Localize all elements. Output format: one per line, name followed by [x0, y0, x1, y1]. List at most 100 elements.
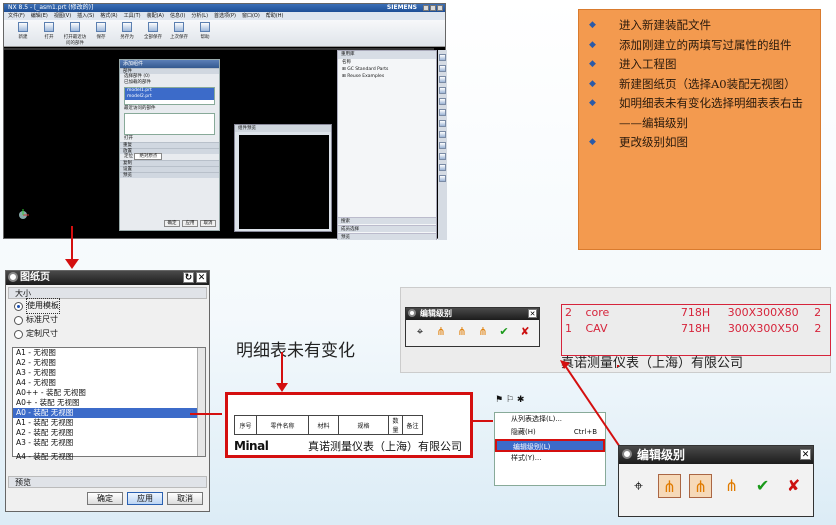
- toolbar-button[interactable]: 全部保存: [140, 22, 166, 40]
- manufacturing-wizards-icon[interactable]: [439, 153, 446, 160]
- cancel-button[interactable]: 取消: [200, 220, 216, 227]
- constraint-navigator-icon[interactable]: [439, 65, 446, 72]
- menu-item[interactable]: 文件(F): [8, 12, 25, 20]
- scrollbar[interactable]: [197, 348, 205, 456]
- template-list-item[interactable]: A3 - 装配 无视图: [13, 438, 205, 448]
- radio-dot[interactable]: [14, 329, 23, 339]
- menu-item[interactable]: 首选项(P): [214, 12, 236, 20]
- close-icon[interactable]: ✕: [528, 309, 537, 318]
- tree-item[interactable]: ⊞ GC Standard Parts: [338, 66, 436, 73]
- system-materials-icon[interactable]: [439, 131, 446, 138]
- process-studio-icon[interactable]: [439, 142, 446, 149]
- minimize-button[interactable]: [423, 5, 429, 11]
- toolbar-icon: [122, 22, 132, 32]
- toolbar-button[interactable]: 上次保存: [166, 22, 192, 40]
- assembly-navigator-icon[interactable]: [439, 54, 446, 61]
- radio-use-template[interactable]: 使用模板: [6, 298, 209, 314]
- template-list-item[interactable]: A3 - 无视图: [13, 368, 205, 378]
- close-button[interactable]: [437, 5, 443, 11]
- history-icon[interactable]: [439, 120, 446, 127]
- toolbar-button[interactable]: 保存: [88, 22, 114, 40]
- menu-item[interactable]: 分析(L): [191, 12, 208, 20]
- select-anchor-icon[interactable]: ⌖: [412, 324, 428, 340]
- recent-parts-list[interactable]: [124, 113, 215, 135]
- toolbar-button[interactable]: 打开: [36, 22, 62, 40]
- template-list-item[interactable]: A1 - 装配 无视图: [13, 418, 205, 428]
- template-list-item[interactable]: A4 - 装配 无视图: [13, 452, 205, 462]
- toolbar-button[interactable]: 帮助: [192, 22, 218, 40]
- menu-item[interactable]: 插入(S): [77, 12, 94, 20]
- menu-item[interactable]: 工具(T): [124, 12, 141, 20]
- tree-level-icon[interactable]: ⋔: [433, 324, 449, 340]
- menu-item[interactable]: 装配(A): [147, 12, 164, 20]
- ok-check-icon[interactable]: ✔: [751, 474, 774, 498]
- reset-icon[interactable]: ↻: [183, 272, 194, 283]
- preview-group-header[interactable]: 预览: [8, 476, 207, 488]
- menu-item[interactable]: 视图(V): [54, 12, 71, 20]
- search-section[interactable]: 搜索: [338, 217, 436, 224]
- tree-item[interactable]: ⊞ Reuse Examples: [338, 73, 436, 80]
- arrow-head-icon: [65, 259, 79, 269]
- apply-button[interactable]: 应用: [127, 492, 163, 505]
- tree-level-icon[interactable]: ⋔: [689, 474, 713, 498]
- radio-label: 定制尺寸: [26, 329, 58, 338]
- bullet-icon: ◆: [589, 137, 596, 147]
- menu-item[interactable]: 格式(R): [100, 12, 117, 20]
- hd3d-tools-icon[interactable]: [439, 98, 446, 105]
- position-select[interactable]: 绝对原点: [134, 153, 163, 160]
- template-list-item[interactable]: A2 - 无视图: [13, 358, 205, 368]
- cell-no: 2: [565, 306, 572, 319]
- system-scenes-icon[interactable]: [439, 175, 446, 182]
- ok-button[interactable]: 确定: [164, 220, 180, 227]
- template-list-item[interactable]: A0++ - 装配 无视图: [13, 388, 205, 398]
- template-list-item[interactable]: A2 - 装配 无视图: [13, 428, 205, 438]
- menu-item[interactable]: 帮助(H): [266, 12, 284, 20]
- maximize-button[interactable]: [430, 5, 436, 11]
- tree-level-icon[interactable]: ⋔: [475, 324, 491, 340]
- select-anchor-icon[interactable]: ⌖: [627, 474, 650, 498]
- cell-material: 718H: [681, 322, 711, 335]
- preview-viewport[interactable]: [239, 135, 329, 229]
- list-item[interactable]: model2.prt: [125, 94, 214, 100]
- web-browser-icon[interactable]: [439, 109, 446, 116]
- template-list-item[interactable]: A4 - 无视图: [13, 378, 205, 388]
- menu-item[interactable]: 信息(I): [170, 12, 185, 20]
- tree-level-icon[interactable]: ⋔: [454, 324, 470, 340]
- parts-list-snippet[interactable]: 序号 零件名称 材料 规格 数量 备注 Minal 真诺测量仪表（上海）有限公司: [225, 392, 473, 458]
- template-list-item[interactable]: A0 - 装配 无视图: [13, 408, 205, 418]
- cancel-x-icon[interactable]: ✘: [517, 324, 533, 340]
- cell-qty: 2: [814, 306, 822, 319]
- toolbar-button[interactable]: 打开最近访问的部件: [62, 22, 88, 46]
- toolbar-label: 打开最近访问的部件: [63, 35, 87, 46]
- tree-level-icon[interactable]: ⋔: [657, 474, 682, 498]
- template-list-item[interactable]: A1 - 无视图: [13, 348, 205, 358]
- close-icon[interactable]: ✕: [800, 449, 811, 460]
- section-preview[interactable]: 预览: [120, 172, 219, 178]
- toolbar-button[interactable]: 新建: [10, 22, 36, 40]
- ok-button[interactable]: 确定: [87, 492, 123, 505]
- close-icon[interactable]: ✕: [196, 272, 207, 283]
- template-list[interactable]: A1 - 无视图 A2 - 无视图 A3 - 无视图 A4 - 无视图 A0++ - 装…: [12, 347, 206, 461]
- apply-button[interactable]: 应用: [182, 220, 198, 227]
- radio-standard-size[interactable]: 标准尺寸: [6, 313, 209, 327]
- radio-dot[interactable]: [14, 301, 23, 311]
- part-navigator-icon[interactable]: [439, 76, 446, 83]
- cell-name: core: [585, 306, 610, 319]
- toolbar-icon: [174, 22, 184, 32]
- radio-dot[interactable]: [14, 315, 23, 325]
- arrow-right: [190, 413, 222, 415]
- tree-level-icon[interactable]: ⋔: [720, 474, 743, 498]
- loaded-parts-list[interactable]: model1.prt model2.prt: [124, 87, 215, 105]
- preview-section[interactable]: 预览: [338, 233, 436, 240]
- menu-item[interactable]: 编辑(E): [31, 12, 48, 20]
- reuse-library-icon[interactable]: [439, 87, 446, 94]
- member-select-section[interactable]: 成员选择: [338, 225, 436, 232]
- cancel-x-icon[interactable]: ✘: [782, 474, 805, 498]
- roles-icon[interactable]: [439, 164, 446, 171]
- radio-custom-size[interactable]: 定制尺寸: [6, 327, 209, 341]
- ok-check-icon[interactable]: ✔: [496, 324, 512, 340]
- template-list-item[interactable]: A0+ - 装配 无视图: [13, 398, 205, 408]
- toolbar-button[interactable]: 另存为: [114, 22, 140, 40]
- cancel-button[interactable]: 取消: [167, 492, 203, 505]
- menu-item[interactable]: 窗口(O): [242, 12, 260, 20]
